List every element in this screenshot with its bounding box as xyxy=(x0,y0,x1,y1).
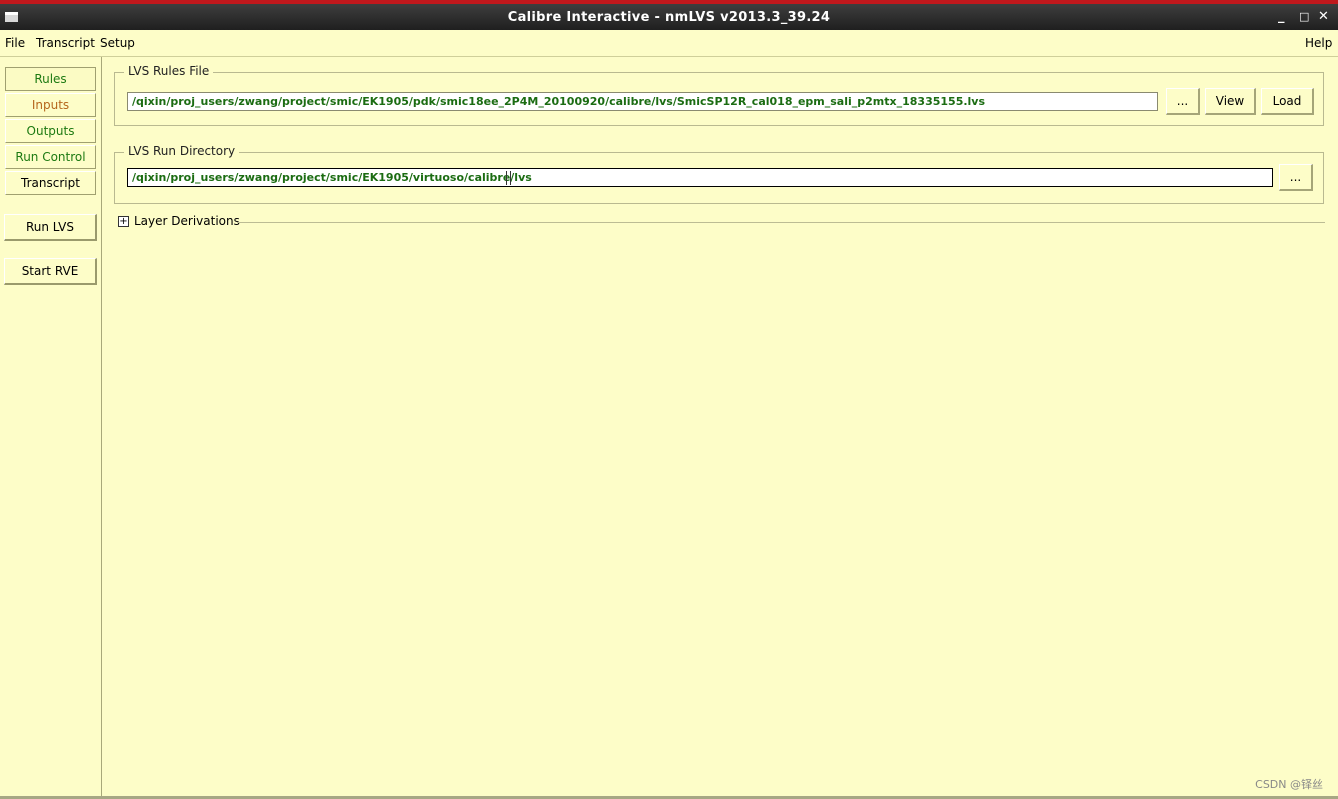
minimize-button[interactable]: _ xyxy=(1278,9,1285,24)
menu-transcript[interactable]: Transcript xyxy=(36,36,95,50)
rules-file-view-button[interactable]: View xyxy=(1205,88,1256,115)
watermark: CSDN @铎丝 xyxy=(1255,778,1323,791)
sidebar-item-transcript[interactable]: Transcript xyxy=(5,171,96,195)
window-title: Calibre Interactive - nmLVS v2013.3_39.2… xyxy=(507,9,831,25)
layer-derivations-divider xyxy=(237,222,1325,223)
expand-icon[interactable]: + xyxy=(118,216,129,227)
window-menu-icon[interactable] xyxy=(5,12,18,22)
rules-file-load-button[interactable]: Load xyxy=(1261,88,1314,115)
menu-setup[interactable]: Setup xyxy=(100,36,135,50)
menu-file[interactable]: File xyxy=(5,36,25,50)
maximize-button[interactable]: □ xyxy=(1299,10,1310,23)
rules-file-browse-button[interactable]: ... xyxy=(1166,88,1200,115)
run-directory-path-input[interactable]: /qixin/proj_users/zwang/project/smic/EK1… xyxy=(127,168,1273,187)
title-bar[interactable]: Calibre Interactive - nmLVS v2013.3_39.2… xyxy=(0,4,1338,30)
run-directory-browse-button[interactable]: ... xyxy=(1279,164,1313,191)
sidebar-item-inputs[interactable]: Inputs xyxy=(5,93,96,117)
close-button[interactable]: ✕ xyxy=(1318,9,1329,24)
sidebar: Rules Inputs Outputs Run Control Transcr… xyxy=(0,57,102,799)
menu-bar: File Transcript Setup Help xyxy=(0,30,1338,57)
run-lvs-button[interactable]: Run LVS xyxy=(4,214,97,241)
lvs-rules-file-title: LVS Rules File xyxy=(124,64,214,78)
sidebar-item-rules[interactable]: Rules xyxy=(5,67,96,91)
rules-file-path-input[interactable]: /qixin/proj_users/zwang/project/smic/EK1… xyxy=(127,92,1158,111)
menu-help[interactable]: Help xyxy=(1305,36,1332,50)
text-cursor-icon xyxy=(506,171,511,185)
layer-derivations-label[interactable]: Layer Derivations xyxy=(134,214,240,228)
start-rve-button[interactable]: Start RVE xyxy=(4,258,97,285)
lvs-run-directory-title: LVS Run Directory xyxy=(124,144,240,158)
sidebar-item-outputs[interactable]: Outputs xyxy=(5,119,96,143)
sidebar-item-run-control[interactable]: Run Control xyxy=(5,145,96,169)
